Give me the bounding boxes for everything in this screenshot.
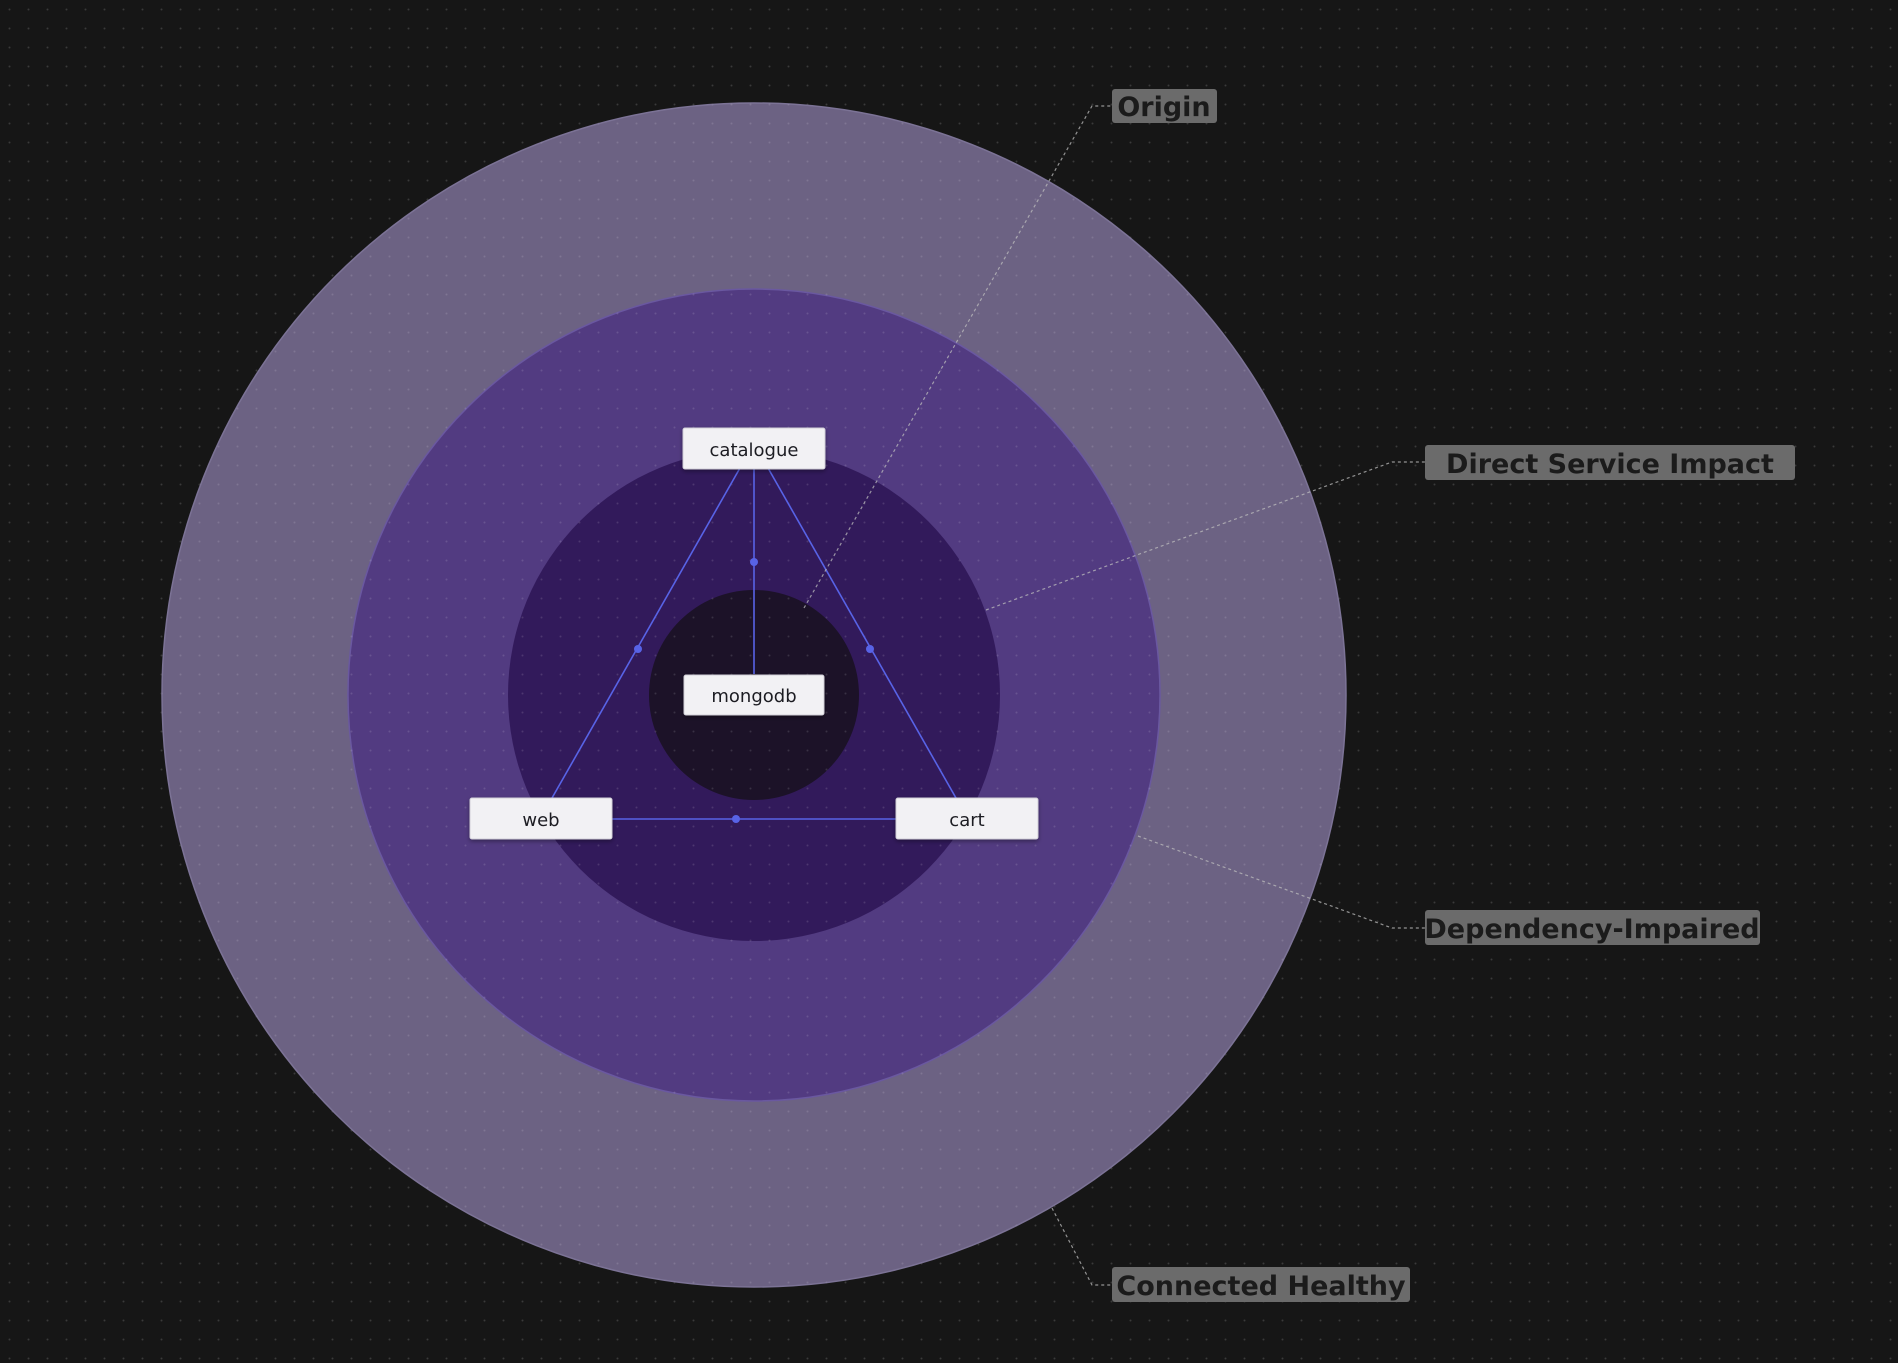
- node-cart-label: cart: [949, 810, 984, 831]
- edge-midpoint-dot: [750, 558, 758, 566]
- edge-midpoint-dot: [634, 645, 642, 653]
- zone-label-direct-service-impact: Direct Service Impact: [1425, 445, 1795, 480]
- zone-label-direct-service-impact-text: Direct Service Impact: [1446, 449, 1774, 480]
- zone-label-dependency-impaired: Dependency-Impaired: [1424, 910, 1760, 945]
- node-web[interactable]: web: [469, 797, 613, 840]
- zone-label-connected-healthy-text: Connected Healthy: [1116, 1271, 1406, 1302]
- zone-label-dependency-impaired-text: Dependency-Impaired: [1424, 914, 1759, 945]
- edge-midpoint-dot: [866, 645, 874, 653]
- zone-label-origin-text: Origin: [1117, 92, 1210, 123]
- impact-radius-diagram: catalogue mongodb web cart Origin Direct…: [0, 0, 1898, 1363]
- node-catalogue[interactable]: catalogue: [682, 427, 826, 470]
- zone-label-connected-healthy: Connected Healthy: [1112, 1267, 1410, 1302]
- zone-label-origin: Origin: [1112, 89, 1217, 123]
- node-mongodb[interactable]: mongodb: [683, 674, 825, 716]
- node-mongodb-label: mongodb: [711, 686, 796, 707]
- edge-midpoint-dot: [732, 815, 740, 823]
- node-web-label: web: [522, 810, 559, 831]
- node-cart[interactable]: cart: [895, 797, 1039, 840]
- node-catalogue-label: catalogue: [710, 440, 799, 461]
